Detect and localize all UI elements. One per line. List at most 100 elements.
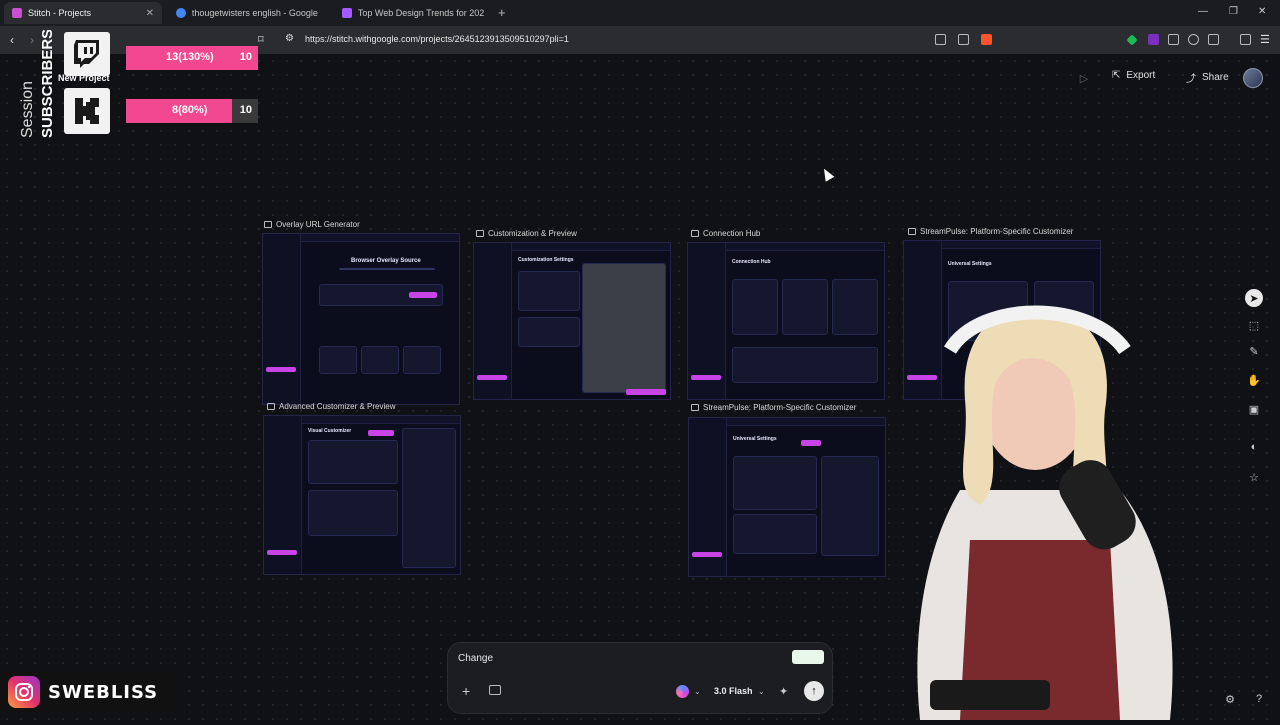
- share-icon: ⤴: [1186, 74, 1196, 85]
- screen-title-text: Customization & Preview: [488, 229, 577, 238]
- share-label: Share: [1202, 72, 1229, 83]
- screen-heading: Universal Settings: [948, 261, 992, 267]
- maximize-icon[interactable]: ❐: [1229, 6, 1238, 17]
- screen-heading: Browser Overlay Source: [351, 258, 421, 264]
- tab-stitch-projects[interactable]: Stitch - Projects ✕: [4, 2, 162, 24]
- instagram-badge: SWEBLISS: [0, 672, 176, 712]
- tab-title: thougetwisters english - Google Sea: [191, 8, 318, 18]
- avatar[interactable]: [1243, 68, 1263, 88]
- close-tab-icon[interactable]: ✕: [146, 8, 154, 19]
- twitch-sub-goal-bar: 13(130%) 10: [126, 46, 258, 70]
- screen-title-customization-preview[interactable]: Customization & Preview: [476, 229, 577, 238]
- share-page-icon[interactable]: [958, 34, 969, 45]
- session-subscribers-label: Session SUBSCRIBERS: [18, 29, 58, 140]
- kick-sub-goal-label: 8(80%): [172, 104, 208, 116]
- settings-icon[interactable]: ⚙: [1221, 690, 1239, 708]
- screen-overlay-url-generator[interactable]: Browser Overlay Source: [262, 233, 460, 405]
- screen-icon: [264, 221, 272, 228]
- minimize-icon[interactable]: —: [1198, 6, 1208, 17]
- extension-purple-icon[interactable]: [1148, 34, 1159, 45]
- screen-heading: Customization Settings: [518, 257, 574, 263]
- tab-title: Top Web Design Trends for 2026 | Fig: [357, 8, 484, 18]
- subscribers-text: SUBSCRIBERS: [39, 30, 56, 138]
- twitch-sub-goal-label: 13(130%): [166, 51, 214, 63]
- model-chevron-down-icon[interactable]: ⌄: [758, 687, 765, 696]
- sidebar-toggle-icon[interactable]: [1240, 34, 1251, 45]
- grammarly-icon[interactable]: [792, 650, 824, 664]
- export-label: Export: [1126, 70, 1156, 81]
- twitch-logo-icon: [64, 32, 110, 76]
- kick-logo-icon: [64, 88, 110, 134]
- share-button[interactable]: ⤴ Share: [1186, 70, 1229, 85]
- prompt-box[interactable]: Change + ⌄ 3.0 Flash ⌄ ✦ ↑: [447, 642, 833, 714]
- cast-icon[interactable]: [935, 34, 946, 45]
- add-icon[interactable]: +: [462, 683, 470, 699]
- screen-title-platform-customizer-2[interactable]: StreamPulse: Platform-Specific Customize…: [691, 403, 856, 412]
- url-field[interactable]: https://stitch.withgoogle.com/projects/2…: [305, 34, 569, 44]
- frame-tool-icon[interactable]: ⬚: [1245, 316, 1263, 334]
- session-text: Session: [19, 81, 36, 138]
- new-tab-icon[interactable]: +: [498, 5, 506, 20]
- brave-shield-icon[interactable]: [981, 34, 992, 45]
- kick-sub-goal-total: 10: [239, 104, 252, 116]
- browser-tab-bar: Stitch - Projects ✕ thougetwisters engli…: [0, 0, 1280, 26]
- back-icon[interactable]: ‹: [10, 33, 14, 47]
- site-settings-icon[interactable]: ⚙: [285, 33, 294, 44]
- screen-heading: Visual Customizer: [308, 428, 352, 434]
- screen-title-text: StreamPulse: Platform-Specific Customize…: [920, 227, 1074, 236]
- hand-tool-icon[interactable]: ✋: [1245, 371, 1263, 389]
- bookmark-icon[interactable]: ⌑: [258, 33, 264, 46]
- screen-title-overlay-url-generator[interactable]: Overlay URL Generator: [264, 220, 360, 229]
- screen-title-text: Overlay URL Generator: [276, 220, 360, 229]
- figma-favicon-icon: [342, 8, 352, 18]
- screen-title-text: StreamPulse: Platform-Specific Customize…: [703, 403, 857, 412]
- export-icon: ⇱: [1112, 70, 1121, 81]
- send-button[interactable]: ↑: [804, 681, 824, 701]
- screen-connection-hub[interactable]: Connection Hub: [687, 242, 885, 400]
- screen-title-text: Connection Hub: [703, 229, 761, 238]
- select-tool-icon[interactable]: ➤: [1245, 289, 1263, 307]
- screen-heading: Universal Settings: [733, 436, 777, 442]
- screen-customization-preview[interactable]: Customization Settings: [473, 242, 671, 400]
- pen-tool-icon[interactable]: ✎: [1245, 342, 1263, 360]
- attach-image-icon[interactable]: [489, 685, 501, 695]
- screen-title-advanced-customizer[interactable]: Advanced Customizer & Preview: [267, 402, 396, 411]
- screen-icon: [691, 230, 699, 237]
- close-window-icon[interactable]: ✕: [1258, 6, 1266, 17]
- screen-icon: [691, 404, 699, 411]
- sparkle-icon[interactable]: ✦: [779, 685, 788, 698]
- image-tool-icon[interactable]: ▣: [1245, 400, 1263, 418]
- help-icon[interactable]: ?: [1250, 690, 1268, 708]
- extension-green-icon[interactable]: [1126, 34, 1138, 46]
- play-preview-icon[interactable]: ▷: [1075, 69, 1093, 87]
- menu-icon[interactable]: ☰: [1260, 33, 1270, 46]
- screen-heading: Connection Hub: [732, 259, 771, 265]
- twitch-sub-goal-total: 10: [239, 51, 252, 63]
- model-selector[interactable]: 3.0 Flash: [714, 686, 753, 696]
- tab-figma-trends[interactable]: Top Web Design Trends for 2026 | Fig: [334, 2, 492, 24]
- tab-google-search[interactable]: thougetwisters english - Google Sea: [168, 2, 326, 24]
- tab-title: Stitch - Projects: [28, 8, 92, 18]
- downloads-icon[interactable]: [1208, 34, 1219, 45]
- screen-title-connection-hub[interactable]: Connection Hub: [691, 229, 760, 238]
- export-button[interactable]: ⇱ Export: [1112, 70, 1155, 81]
- screen-platform-customizer-2[interactable]: Universal Settings: [688, 417, 886, 577]
- screen-title-text: Advanced Customizer & Preview: [279, 402, 396, 411]
- screen-advanced-customizer[interactable]: Visual Customizer: [263, 415, 461, 575]
- screen-icon: [908, 228, 916, 235]
- extensions-puzzle-icon[interactable]: [1188, 34, 1199, 45]
- screen-title-platform-customizer[interactable]: StreamPulse: Platform-Specific Customize…: [908, 227, 1073, 236]
- prompt-input[interactable]: Change: [458, 653, 493, 664]
- screen-icon: [476, 230, 484, 237]
- screen-icon: [267, 403, 275, 410]
- stitch-favicon-icon: [12, 8, 22, 18]
- webcam-overlay: [870, 290, 1210, 720]
- google-favicon-icon: [176, 8, 186, 18]
- favorite-icon[interactable]: ☆: [1245, 468, 1263, 486]
- chevron-down-icon[interactable]: ⌄: [694, 687, 701, 696]
- extension-icon[interactable]: [1168, 34, 1179, 45]
- model-orb-icon: [676, 685, 689, 698]
- theme-palette-icon[interactable]: ◐: [1245, 438, 1263, 456]
- instagram-icon: [8, 676, 40, 708]
- instagram-handle: SWEBLISS: [48, 681, 159, 703]
